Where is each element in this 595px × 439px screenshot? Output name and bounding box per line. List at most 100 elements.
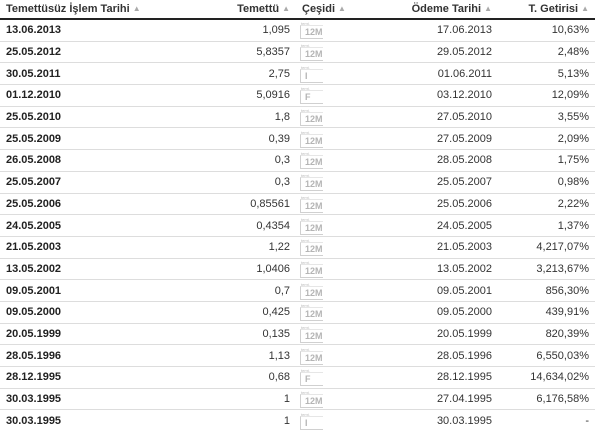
type-icon-code: 12M [305, 222, 323, 233]
type-icon-caption: temt. [301, 108, 310, 114]
ex-dividend-date-cell: 25.05.2012 [0, 40, 200, 63]
type-icon-code: 12M [305, 49, 323, 60]
type-icon-caption: temt. [301, 390, 310, 396]
table-row: 25.05.2007 0,3 temt. 12M 25.05.2007 0,98… [0, 170, 595, 193]
type-icon-code: 12M [305, 157, 323, 168]
type-icon-code: I [305, 70, 308, 81]
yield-cell: 1,75% [498, 149, 595, 172]
dividend-type-icon: temt. 12M [300, 174, 324, 192]
header-label: Temettü [237, 3, 280, 15]
yield-cell: 439,91% [498, 300, 595, 324]
ex-dividend-date-cell: 01.12.2010 [0, 84, 200, 107]
header-type[interactable]: Çeşidi ▲︎ [296, 0, 356, 20]
type-cell: temt. 12M [296, 149, 356, 172]
payment-date-cell: 09.05.2001 [356, 279, 498, 302]
type-cell: temt. 12M [296, 322, 356, 345]
yield-cell: 820,39% [498, 322, 595, 345]
dividend-amount-cell: 2,75 [200, 62, 296, 85]
type-icon-code: 12M [305, 396, 323, 407]
type-icon-code: 12M [305, 287, 323, 298]
type-cell: temt. 12M [296, 214, 356, 237]
sort-icon: ▲︎ [282, 4, 290, 13]
sort-icon: ▲︎ [132, 4, 141, 13]
dividend-amount-cell: 0,135 [200, 322, 296, 345]
type-cell: temt. F [296, 366, 356, 389]
yield-cell: 856,30% [498, 279, 595, 302]
type-icon-code: 12M [305, 265, 323, 276]
table-row: 28.12.1995 0,68 temt. F 28.12.1995 14,63… [0, 366, 595, 389]
type-icon-frame [300, 90, 323, 105]
dividend-type-icon: temt. 12M [300, 259, 324, 278]
type-icon-caption: temt. [301, 411, 310, 417]
dividend-type-icon: temt. I [300, 65, 324, 83]
type-cell: temt. 12M [296, 192, 356, 215]
dividend-type-icon: temt. 12M [300, 195, 324, 213]
dividend-amount-cell: 1 [200, 409, 296, 432]
type-icon-code: 12M [305, 352, 323, 363]
type-icon-caption: temt. [301, 86, 310, 92]
dividend-amount-cell: 1,0406 [200, 257, 296, 280]
ex-dividend-date-cell: 25.05.2010 [0, 105, 200, 128]
type-icon-caption: temt. [301, 151, 310, 157]
dividend-type-icon: temt. 12M [300, 22, 324, 40]
type-icon-caption: temt. [301, 259, 310, 265]
table-row: 30.05.2011 2,75 temt. I 01.06.2011 5,13% [0, 62, 595, 85]
dividend-amount-cell: 0,7 [200, 279, 296, 302]
dividend-amount-cell: 0,3 [200, 170, 296, 193]
ex-dividend-date-cell: 13.06.2013 [6, 24, 62, 37]
yield-cell: 0,98% [498, 170, 595, 193]
header-dividend-amount[interactable]: Temettü ▲︎ [200, 0, 296, 20]
ex-dividend-date-cell: 30.03.1995 [0, 409, 200, 432]
type-cell: temt. 12M [296, 127, 356, 150]
yield-cell: 3,55% [498, 105, 595, 128]
payment-date-cell: 24.05.2005 [356, 214, 498, 237]
dividend-type-icon: temt. 12M [300, 304, 324, 322]
type-icon-caption: temt. [301, 368, 310, 374]
dividend-type-icon: temt. 12M [300, 282, 324, 300]
dividend-type-icon: temt. 12M [300, 217, 324, 235]
type-cell: temt. 12M [296, 235, 356, 259]
dividend-type-icon: temt. I [300, 411, 324, 430]
ex-dividend-date-cell: 26.05.2008 [0, 149, 200, 172]
ex-dividend-date-cell: 20.05.1999 [0, 322, 200, 345]
header-ex-dividend-date[interactable]: Temettüsüz İşlem Tarihi ▲︎ [0, 0, 200, 20]
dividend-amount-cell: 0,4354 [200, 214, 296, 237]
payment-date-cell: 20.05.1999 [356, 322, 498, 345]
dividend-type-icon: temt. 12M [300, 151, 324, 170]
table-row: 30.03.1995 1 temt. I 30.03.1995 - [0, 409, 595, 432]
type-icon-caption: temt. [301, 346, 310, 352]
type-cell: temt. 12M [296, 170, 356, 193]
type-cell: temt. 12M [296, 40, 356, 63]
ex-dividend-date-cell: 13.05.2002 [0, 257, 200, 280]
payment-date-cell: 27.05.2010 [356, 105, 498, 128]
type-icon-code: 12M [305, 179, 323, 190]
table-row: 21.05.2003 1,22 temt. 12M 21.05.2003 4,2… [0, 235, 595, 259]
payment-date-cell: 01.06.2011 [356, 62, 498, 85]
ex-dividend-date-cell: 30.03.1995 [0, 387, 200, 410]
yield-cell: 4,217,07% [498, 235, 595, 259]
yield-cell: 2,22% [498, 192, 595, 215]
header-yield[interactable]: T. Getirisi ▲︎ [498, 0, 595, 20]
type-icon-code: 12M [305, 200, 323, 211]
table-row: 25.05.2009 0,39 temt. 12M 27.05.2009 2,0… [0, 127, 595, 150]
yield-cell: 5,13% [498, 62, 595, 85]
type-cell: temt. 12M [296, 387, 356, 410]
table-row: 20.05.1999 0,135 temt. 12M 20.05.1999 82… [0, 322, 595, 345]
type-icon-caption: temt. [301, 129, 310, 135]
dividend-type-icon: temt. 12M [300, 346, 324, 365]
header-row: Temettüsüz İşlem Tarihi ▲︎ Temettü ▲︎ Çeşi… [0, 0, 595, 20]
type-icon-code: I [305, 417, 308, 428]
header-label: Temettüsüz İşlem Tarihi [6, 3, 130, 15]
table-row: 24.05.2005 0,4354 temt. 12M 24.05.2005 1… [0, 214, 595, 237]
ex-dividend-date-cell: 09.05.2001 [0, 279, 200, 302]
yield-cell: 2,09% [498, 127, 595, 150]
dividend-type-icon: temt. 12M [300, 108, 324, 127]
payment-date-cell: 28.05.2008 [356, 149, 498, 172]
dividend-type-icon: temt. F [300, 86, 324, 105]
type-icon-frame [300, 68, 323, 83]
type-cell: temt. 12M [296, 257, 356, 280]
dividend-amount-cell: 1,8 [200, 105, 296, 128]
table-header: Temettüsüz İşlem Tarihi ▲︎ Temettü ▲︎ Çeşi… [0, 0, 595, 20]
ex-dividend-date-cell: 25.05.2007 [0, 170, 200, 193]
header-payment-date[interactable]: Ödeme Tarihi ▲︎ [356, 0, 498, 20]
